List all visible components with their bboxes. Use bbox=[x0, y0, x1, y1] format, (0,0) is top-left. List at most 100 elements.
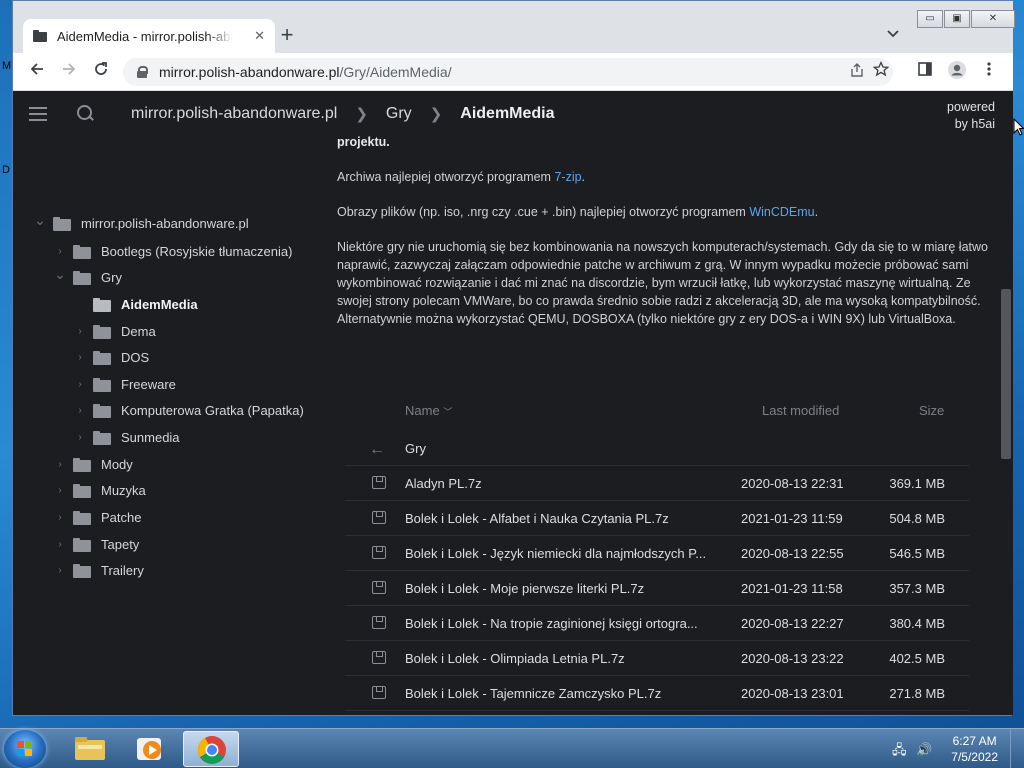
tree-item[interactable]: › Freeware bbox=[73, 377, 176, 392]
tree-item-label: Dema bbox=[121, 324, 156, 339]
text: . bbox=[581, 170, 586, 184]
chevron-right-icon[interactable]: › bbox=[73, 379, 87, 390]
tree-item[interactable]: › Trailery bbox=[53, 563, 144, 578]
file-row[interactable]: Bolek i Lolek - Na tropie zaginionej ksi… bbox=[345, 606, 969, 641]
system-tray-icons: 🖧 🔊 bbox=[892, 741, 932, 763]
chrome-icon bbox=[198, 736, 226, 764]
reload-button[interactable] bbox=[89, 60, 113, 84]
chevron-right-icon[interactable]: › bbox=[73, 352, 87, 363]
file-row[interactable]: Bolek i Lolek - Olimpiada Letnia PL.7z 20… bbox=[345, 641, 969, 676]
crumb-gry[interactable]: Gry bbox=[386, 105, 412, 123]
page-scrollbar[interactable] bbox=[999, 139, 1013, 715]
tree-item[interactable]: › Dema bbox=[73, 324, 156, 339]
tree-item-label: Trailery bbox=[101, 563, 144, 578]
chevron-right-icon[interactable]: › bbox=[53, 539, 67, 550]
chevron-down-icon[interactable]: ⌄ bbox=[33, 212, 47, 229]
network-icon[interactable]: 🖧 bbox=[892, 742, 907, 757]
file-row[interactable]: Bolek i Lolek - Tajemnicze Zamczysko PL.… bbox=[345, 676, 969, 711]
file-modified: 2020-08-13 22:55 bbox=[741, 546, 844, 561]
forward-button[interactable] bbox=[57, 60, 81, 84]
bookmark-star-icon[interactable] bbox=[872, 60, 890, 82]
tree-item[interactable]: › Patche bbox=[53, 510, 141, 525]
chevron-right-icon[interactable]: › bbox=[53, 459, 67, 470]
tab-aidemmedia[interactable]: AidemMedia - mirror.polish-abandonware ✕ bbox=[23, 19, 275, 53]
tree-item[interactable]: › DOS bbox=[73, 350, 149, 365]
desktop-char: D bbox=[2, 164, 10, 176]
chevron-down-icon[interactable]: ⌄ bbox=[53, 266, 67, 283]
maximize-button[interactable]: ▣ bbox=[944, 10, 970, 28]
readme-paragraph: Niektóre gry nie uruchomią się bez kombi… bbox=[337, 240, 988, 326]
side-panel-button[interactable] bbox=[913, 60, 937, 84]
taskbar: 🖧 🔊 6:27 AM 7/5/2022 bbox=[0, 728, 1024, 768]
file-row[interactable]: Bolek i Lolek - Alfabet i Nauka Czytania… bbox=[345, 501, 969, 536]
tree-item[interactable]: › Tapety bbox=[53, 537, 139, 552]
chevron-right-icon[interactable]: › bbox=[73, 326, 87, 337]
new-tab-button[interactable]: + bbox=[275, 24, 299, 48]
volume-icon[interactable]: 🔊 bbox=[916, 742, 932, 757]
chevron-right-icon[interactable]: › bbox=[73, 432, 87, 443]
folder-icon bbox=[73, 483, 91, 498]
text: Archiwa najlepiej otworzyć programem bbox=[337, 170, 555, 184]
crumb-root[interactable]: mirror.polish-abandonware.pl bbox=[131, 105, 337, 123]
tree-item-label: DOS bbox=[121, 350, 150, 365]
folder-explorer-icon bbox=[75, 737, 105, 760]
explorer-taskbar-button[interactable] bbox=[62, 731, 118, 767]
file-row[interactable]: Bolek i Lolek - Moje pierwsze literki PL… bbox=[345, 571, 969, 606]
link-wincdemu[interactable]: WinCDEmu bbox=[749, 205, 814, 219]
tree-item[interactable]: AidemMedia bbox=[73, 297, 198, 312]
search-icon[interactable] bbox=[77, 105, 95, 123]
chevron-right-icon[interactable]: › bbox=[53, 485, 67, 496]
tree-item[interactable]: ⌄ Gry bbox=[53, 266, 122, 285]
powered-line: powered bbox=[947, 100, 995, 114]
tree-item[interactable]: › Sunmedia bbox=[73, 430, 180, 445]
profile-button[interactable] bbox=[945, 60, 969, 84]
folder-tree: ⌄ mirror.polish-abandonware.pl › Bootlegs (… bbox=[13, 139, 323, 715]
address-bar[interactable]: mirror.polish-abandonware.pl/Gry/AidemMe… bbox=[123, 58, 893, 86]
tree-item-label: Sunmedia bbox=[121, 430, 180, 445]
file-row[interactable]: Aladyn PL.7z 2020-08-13 22:31 369.1 MB bbox=[345, 466, 969, 501]
tree-item[interactable]: › Muzyka bbox=[53, 483, 145, 498]
chevron-right-icon[interactable]: › bbox=[53, 512, 67, 523]
tab-close-icon[interactable]: ✕ bbox=[254, 28, 265, 44]
tab-strip: AidemMedia - mirror.polish-abandonware ✕… bbox=[13, 1, 1015, 53]
size-column-header[interactable]: Size bbox=[919, 403, 944, 418]
minimize-button[interactable]: ▭ bbox=[917, 10, 943, 28]
tree-item[interactable]: ⌄ mirror.polish-abandonware.pl bbox=[33, 212, 249, 231]
readme-line: projektu. bbox=[337, 135, 390, 149]
tree-item[interactable]: › Bootlegs (Rosyjskie tłumaczenia) bbox=[53, 244, 292, 259]
media-player-icon bbox=[137, 738, 161, 760]
name-column-header[interactable]: Name ﹀ bbox=[405, 403, 452, 418]
desktop-char: M bbox=[2, 60, 12, 72]
powered-by-h5ai[interactable]: powered by h5ai bbox=[947, 99, 995, 133]
chevron-right-icon[interactable]: › bbox=[73, 405, 87, 416]
chevron-right-icon[interactable]: › bbox=[53, 246, 67, 257]
chrome-taskbar-button[interactable] bbox=[183, 731, 239, 767]
crumb-current[interactable]: AidemMedia bbox=[460, 105, 554, 123]
tree-item-label: Bootlegs (Rosyjskie tłumaczenia) bbox=[101, 244, 293, 259]
folder-icon bbox=[73, 563, 91, 578]
file-icon bbox=[372, 685, 386, 699]
back-button[interactable] bbox=[25, 60, 49, 84]
url-path: /Gry/AidemMedia/ bbox=[339, 64, 452, 80]
close-window-button[interactable]: ✕ bbox=[971, 10, 1015, 28]
hamburger-menu-icon[interactable] bbox=[29, 107, 47, 121]
tree-item-label: Komputerowa Gratka (Papatka) bbox=[121, 403, 304, 418]
menu-button[interactable] bbox=[977, 60, 1001, 84]
file-row[interactable]: Bolek i Lolek - Język niemiecki dla najm… bbox=[345, 536, 969, 571]
folder-icon bbox=[73, 537, 91, 552]
scrollbar-thumb[interactable] bbox=[1001, 289, 1011, 459]
parent-folder-row[interactable]: ← Gry bbox=[345, 431, 969, 466]
chevron-right-icon: ❯ bbox=[429, 106, 443, 123]
folder-icon bbox=[93, 297, 111, 312]
clock[interactable]: 6:27 AM 7/5/2022 bbox=[951, 733, 998, 765]
start-button[interactable] bbox=[4, 730, 46, 768]
modified-column-header[interactable]: Last modified bbox=[762, 403, 839, 418]
chevron-right-icon[interactable]: › bbox=[53, 565, 67, 576]
media-player-taskbar-button[interactable] bbox=[122, 731, 178, 767]
show-desktop-button[interactable] bbox=[1010, 729, 1024, 768]
share-icon[interactable] bbox=[849, 62, 865, 82]
tab-search-chevron-icon[interactable] bbox=[885, 27, 901, 43]
tree-item[interactable]: › Mody bbox=[53, 457, 132, 472]
tree-item[interactable]: › Komputerowa Gratka (Papatka) bbox=[73, 403, 304, 418]
link-7zip[interactable]: 7-zip bbox=[554, 170, 581, 184]
